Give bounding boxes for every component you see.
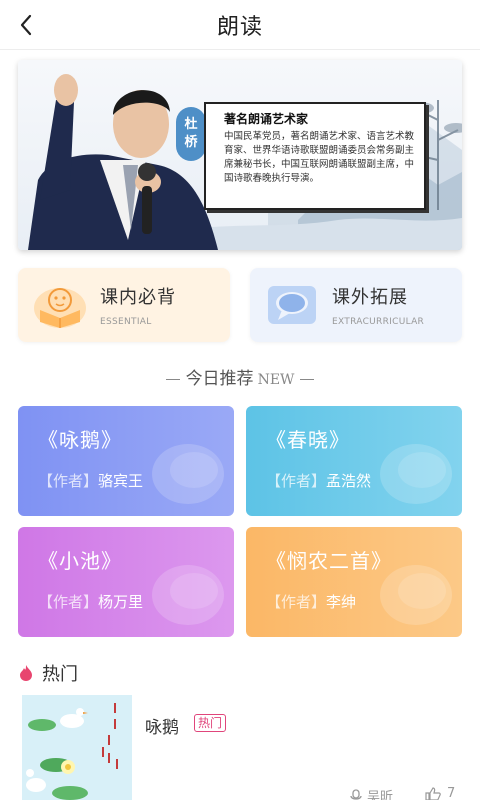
poem-author: 【作者】孟浩然 xyxy=(266,470,371,491)
poem-card-chun-xiao[interactable]: 《春晓》 【作者】孟浩然 xyxy=(246,406,462,516)
banner-card-text: 中国民革党员，著名朗诵艺术家、语言艺术教育家、世界华语诗歌联盟朗诵委员会常务副主… xyxy=(224,131,415,184)
flame-icon xyxy=(20,665,32,681)
category-extracurricular-card[interactable]: 课外拓展 EXTRACURRICULAR xyxy=(250,268,462,342)
chevron-left-icon xyxy=(20,14,32,36)
recommend-label: 今日推荐 xyxy=(185,369,254,389)
poem-title: 《小池》 xyxy=(38,549,122,573)
person-name-char: 杜 xyxy=(184,117,198,132)
author-tag: 【作者】 xyxy=(266,472,327,490)
hot-badge: 热门 xyxy=(194,714,227,732)
category-subtitle: EXTRACURRICULAR xyxy=(332,317,425,327)
page-title: 朗读 xyxy=(216,14,263,40)
new-tag: NEW xyxy=(257,372,295,388)
banner-card-title: 著名朗诵艺术家 xyxy=(224,112,309,126)
person-name-seal: 杜 桥 xyxy=(176,107,206,161)
like-count: 7 xyxy=(447,786,456,800)
author-name: 李绅 xyxy=(326,593,357,611)
category-title: 课内必背 xyxy=(100,287,176,308)
book-icon xyxy=(30,280,90,330)
poem-card-yong-e[interactable]: 《咏鹅》 【作者】骆宾王 xyxy=(18,406,234,516)
listener-name: 吴昕 xyxy=(367,790,394,800)
poem-title: 《咏鹅》 xyxy=(38,428,122,452)
hot-item-thumbnail[interactable] xyxy=(22,695,132,800)
back-button[interactable] xyxy=(10,9,42,41)
thumbs-up-icon xyxy=(425,786,441,800)
author-tag: 【作者】 xyxy=(38,593,99,611)
listener-info: 吴昕 xyxy=(350,786,393,800)
author-tag: 【作者】 xyxy=(266,593,327,611)
chat-bubble-icon xyxy=(262,280,322,330)
banner[interactable]: 杜 桥 著名朗诵艺术家 中国民革党员，著名朗诵艺术家、语言艺术教育家、世界华语诗… xyxy=(18,60,462,250)
divider-dash xyxy=(165,378,180,380)
category-essential-card[interactable]: 课内必背 ESSENTIAL xyxy=(18,268,230,342)
poem-title: 《春晓》 xyxy=(266,428,350,452)
poem-author: 【作者】李绅 xyxy=(266,591,356,612)
section-heading-hot: 热门 xyxy=(18,660,78,686)
chat-bubble-icon xyxy=(152,444,224,504)
section-heading-recommend: 今日推荐 NEW xyxy=(0,364,480,389)
banner-info-card: 著名朗诵艺术家 中国民革党员，著名朗诵艺术家、语言艺术教育家、世界华语诗歌联盟朗… xyxy=(204,102,426,210)
author-tag: 【作者】 xyxy=(38,472,99,490)
top-bar: 朗读 xyxy=(0,0,480,50)
category-subtitle: ESSENTIAL xyxy=(100,317,152,327)
poem-card-xiao-chi[interactable]: 《小池》 【作者】杨万里 xyxy=(18,527,234,637)
microphone-icon xyxy=(350,788,362,800)
poem-author: 【作者】杨万里 xyxy=(38,591,143,612)
poem-card-min-nong[interactable]: 《悯农二首》 【作者】李绅 xyxy=(246,527,462,637)
category-title: 课外拓展 xyxy=(332,287,408,308)
poem-title: 《悯农二首》 xyxy=(266,549,392,573)
poem-author: 【作者】骆宾王 xyxy=(38,470,143,491)
chat-bubble-icon xyxy=(152,565,224,625)
author-name: 孟浩然 xyxy=(326,472,372,490)
like-button[interactable]: 7 xyxy=(425,786,455,800)
person-name-char: 桥 xyxy=(184,135,198,150)
poem-illustration xyxy=(22,695,132,800)
hot-item-title[interactable]: 咏鹅 xyxy=(145,713,179,738)
divider-dash xyxy=(300,378,315,380)
author-name: 骆宾王 xyxy=(98,472,144,490)
hot-label: 热门 xyxy=(42,664,78,685)
author-name: 杨万里 xyxy=(98,593,144,611)
chat-bubble-icon xyxy=(380,444,452,504)
